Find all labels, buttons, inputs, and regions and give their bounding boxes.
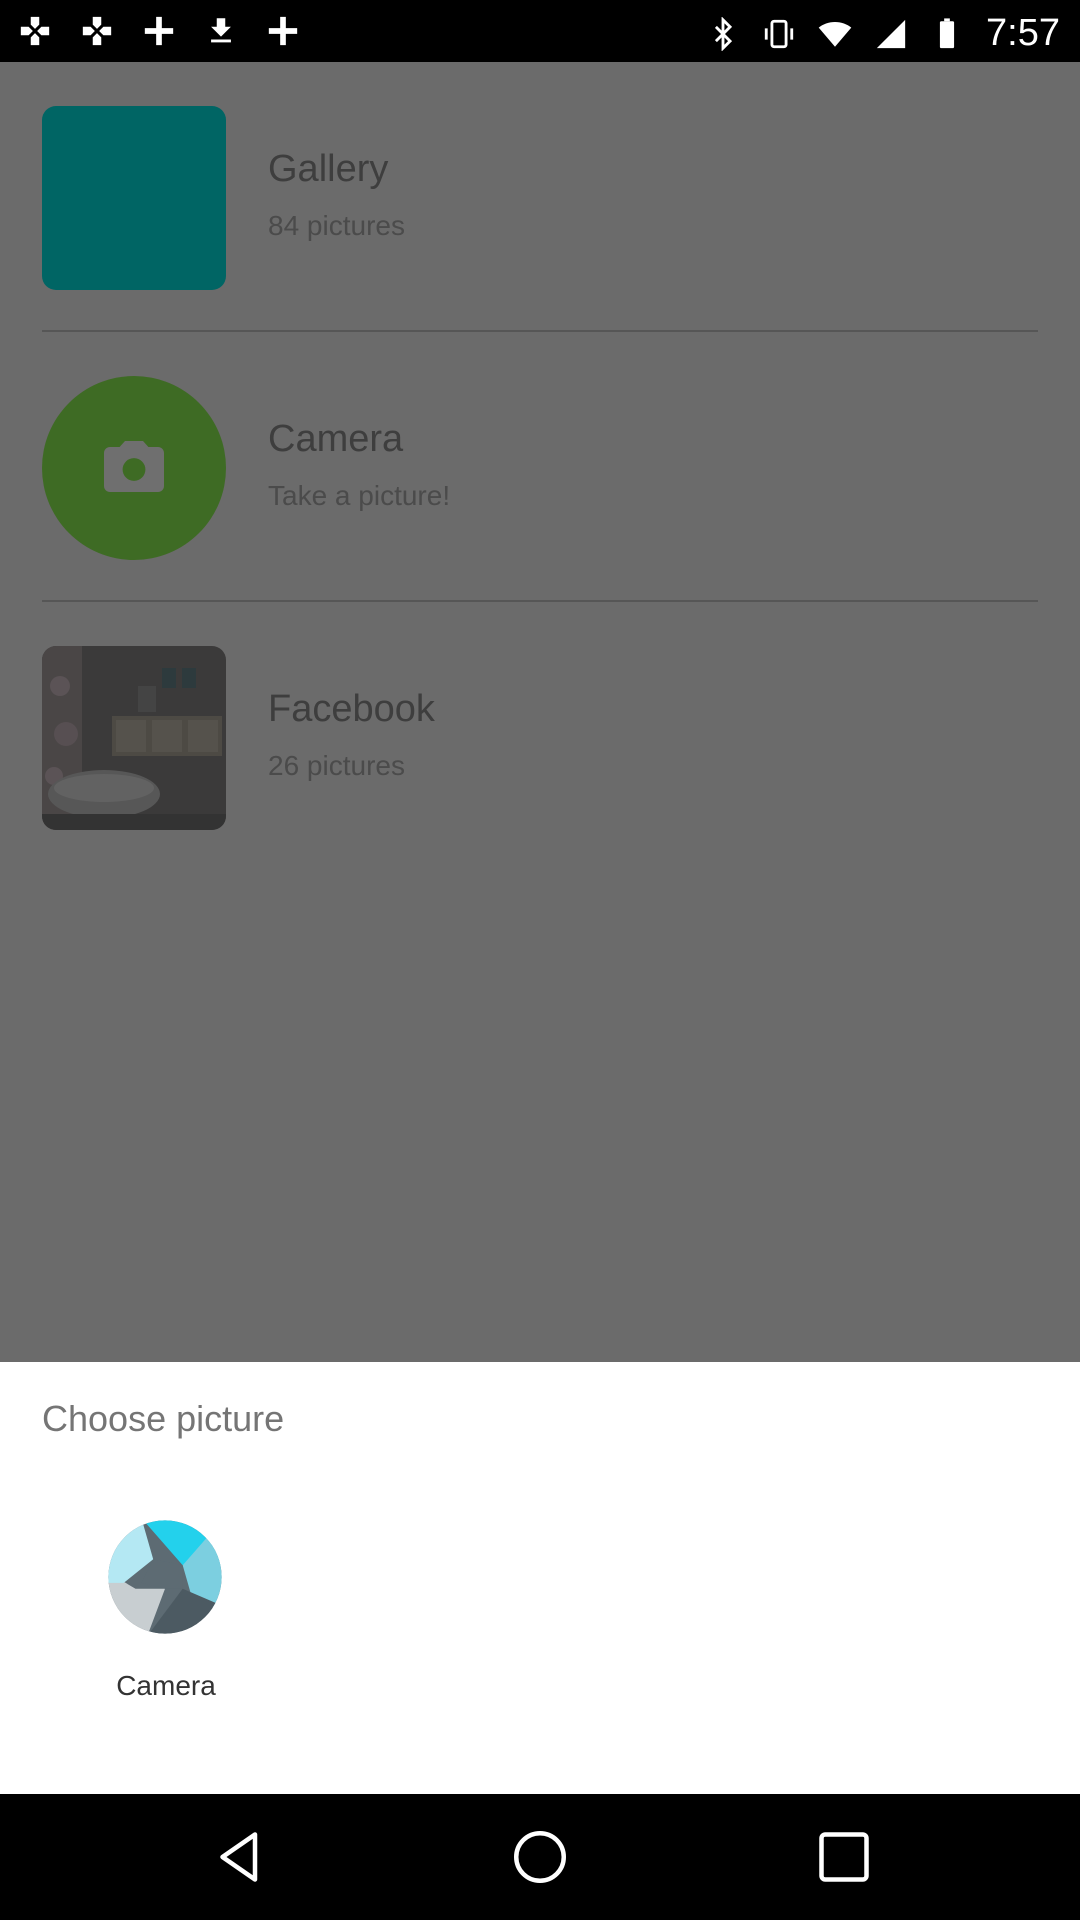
list-item-subtitle: 84 pictures xyxy=(268,210,405,241)
gamepad-icon xyxy=(20,16,50,46)
list-item-camera[interactable]: Camera Take a picture! xyxy=(42,376,1038,560)
chooser-title: Choose picture xyxy=(42,1398,285,1439)
camera-app-label: Camera xyxy=(116,1670,216,1701)
camera-icon xyxy=(104,441,164,492)
facebook-thumbnail xyxy=(42,646,226,830)
recents-icon[interactable] xyxy=(814,1827,874,1887)
list-item-title: Facebook xyxy=(268,688,435,730)
clock: 7:57 xyxy=(986,12,1060,54)
signal-icon xyxy=(876,19,906,48)
download-icon xyxy=(211,18,231,43)
list-item-facebook[interactable]: Facebook 26 pictures xyxy=(42,646,1038,830)
album-list: Gallery 84 pictures Camera Take a pictur… xyxy=(0,62,1080,1362)
list-item-gallery[interactable]: Gallery 84 pictures xyxy=(42,106,1038,290)
vibrate-icon xyxy=(764,19,794,48)
cross-icon xyxy=(144,16,174,46)
list-item-subtitle: 26 pictures xyxy=(268,750,405,781)
bluetooth-icon xyxy=(714,16,733,51)
wifi-icon xyxy=(818,21,852,47)
list-item-title: Gallery xyxy=(268,148,389,190)
home-icon[interactable] xyxy=(510,1827,570,1887)
list-item-title: Camera xyxy=(268,418,404,460)
navigation-bar xyxy=(0,1794,1080,1920)
gallery-thumbnail xyxy=(42,106,226,290)
camera-app-option[interactable]: Camera xyxy=(66,1518,266,1748)
notification-icons xyxy=(18,14,300,48)
bathroom-photo xyxy=(42,646,226,830)
list-item-subtitle: Take a picture! xyxy=(268,480,451,511)
gamepad-icon xyxy=(82,16,112,46)
system-icons: 7:57 xyxy=(706,12,1060,55)
battery-icon xyxy=(939,17,955,48)
divider xyxy=(42,600,1038,602)
cross-icon xyxy=(268,16,298,46)
divider xyxy=(42,330,1038,332)
status-bar: 7:57 xyxy=(0,0,1080,62)
chooser-sheet: Choose picture Camera xyxy=(0,1362,1080,1794)
back-icon[interactable] xyxy=(210,1827,270,1887)
camera-thumbnail xyxy=(42,376,226,560)
camera-shutter-icon xyxy=(108,1520,222,1634)
